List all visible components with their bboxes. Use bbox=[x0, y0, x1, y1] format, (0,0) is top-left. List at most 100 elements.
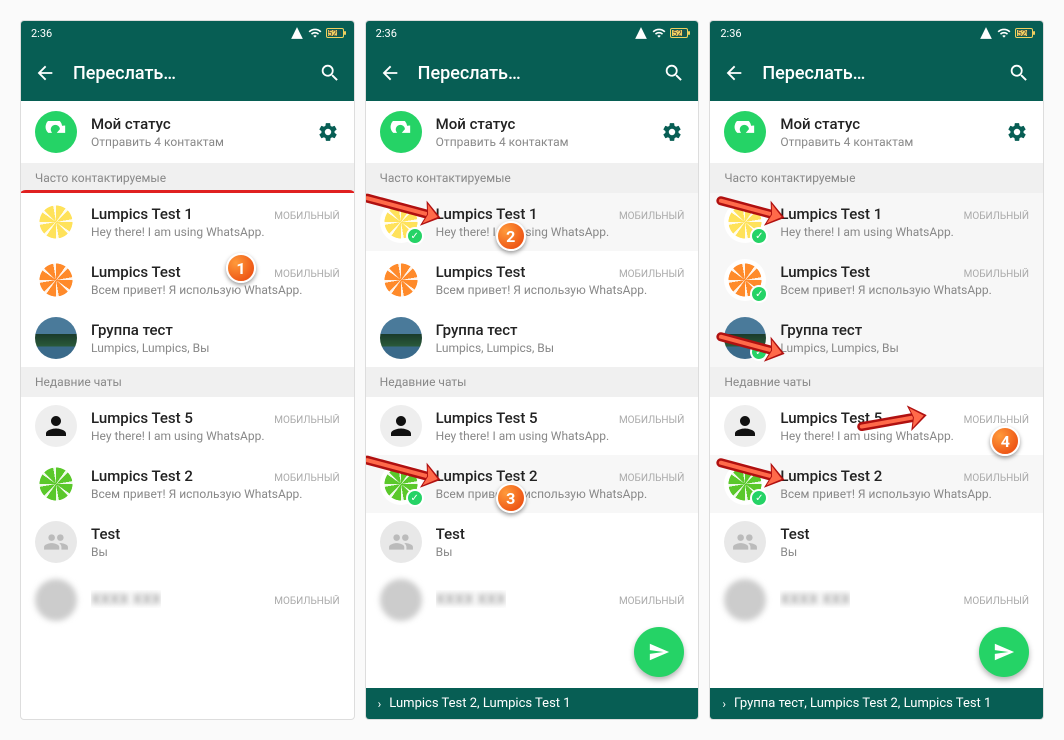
contact-row-c5[interactable]: ✓Lumpics Test 2МОБИЛЬНЫЙВсем привет! Я и… bbox=[21, 455, 354, 513]
contact-name: XXXX XXX bbox=[436, 590, 506, 608]
contact-sub: Lumpics, Lumpics, Вы bbox=[436, 341, 685, 355]
my-status-title: Мой статус bbox=[436, 115, 647, 133]
contact-row-c5[interactable]: ✓Lumpics Test 2МОБИЛЬНЫЙВсем привет! Я и… bbox=[366, 455, 699, 513]
status-bar: 2:36 520 bbox=[366, 21, 699, 45]
footer-text: Lumpics Test 2, Lumpics Test 1 bbox=[389, 696, 570, 711]
my-status-row[interactable]: Мой статус Отправить 4 контактам bbox=[366, 101, 699, 163]
contact-sub: Вы bbox=[436, 545, 685, 559]
contact-name: Test bbox=[780, 525, 809, 543]
my-status-row[interactable]: Мой статус Отправить 4 контактам bbox=[710, 101, 1043, 163]
status-time: 2:36 bbox=[31, 27, 52, 40]
send-fab[interactable] bbox=[979, 627, 1029, 677]
section-frequent: Часто контактируемые bbox=[21, 163, 354, 193]
my-status-subtitle: Отправить 4 контактам bbox=[780, 135, 991, 149]
phone-screen-3: 2:36 520 Переслать… Мой статус Отправить… bbox=[709, 20, 1044, 720]
gear-icon[interactable] bbox=[316, 120, 340, 144]
back-icon[interactable] bbox=[722, 61, 746, 85]
section-recent: Недавние чаты bbox=[366, 367, 699, 397]
contact-name: Lumpics Test 5 bbox=[780, 409, 882, 427]
contact-name: Lumpics Test 1 bbox=[91, 205, 193, 223]
section-recent: Недавние чаты bbox=[710, 367, 1043, 397]
contact-row-c6[interactable]: ✓TestВы bbox=[710, 513, 1043, 571]
contact-name: Lumpics Test 1 bbox=[436, 205, 538, 223]
contact-row-c3[interactable]: ✓Группа тестLumpics, Lumpics, Вы bbox=[710, 309, 1043, 367]
contact-name: Test bbox=[436, 525, 465, 543]
contact-name: Группа тест bbox=[91, 321, 173, 339]
contact-row-c3[interactable]: ✓Группа тестLumpics, Lumpics, Вы bbox=[21, 309, 354, 367]
gear-icon[interactable] bbox=[660, 120, 684, 144]
status-bar: 2:36 520 bbox=[710, 21, 1043, 45]
footer-text: Группа тест, Lumpics Test 2, Lumpics Tes… bbox=[734, 696, 991, 711]
search-icon[interactable] bbox=[1007, 61, 1031, 85]
contact-sub: Lumpics, Lumpics, Вы bbox=[780, 341, 1029, 355]
contact-tag: МОБИЛЬНЫЙ bbox=[274, 211, 339, 222]
contact-sub: Вы bbox=[780, 545, 1029, 559]
contact-sub: Всем привет! Я использую WhatsApp. bbox=[91, 283, 340, 297]
contact-tag: МОБИЛЬНЫЙ bbox=[964, 473, 1029, 484]
my-status-title: Мой статус bbox=[780, 115, 991, 133]
contact-row-c6[interactable]: ✓TestВы bbox=[21, 513, 354, 571]
contact-tag: МОБИЛЬНЫЙ bbox=[964, 415, 1029, 426]
status-refresh-icon bbox=[380, 111, 422, 153]
contact-sub: Hey there! I am using WhatsApp. bbox=[436, 225, 685, 239]
contact-tag: МОБИЛЬНЫЙ bbox=[274, 473, 339, 484]
contact-name: Lumpics Test 5 bbox=[436, 409, 538, 427]
contact-tag: МОБИЛЬНЫЙ bbox=[274, 596, 339, 607]
contact-row-c1[interactable]: ✓Lumpics Test 1МОБИЛЬНЫЙHey there! I am … bbox=[366, 193, 699, 251]
contact-row-c2[interactable]: ✓Lumpics TestМОБИЛЬНЫЙВсем привет! Я исп… bbox=[710, 251, 1043, 309]
contact-row-c5[interactable]: ✓Lumpics Test 2МОБИЛЬНЫЙВсем привет! Я и… bbox=[710, 455, 1043, 513]
gear-icon[interactable] bbox=[1005, 120, 1029, 144]
status-icons: 520 bbox=[979, 26, 1033, 40]
phone-screen-1: 2:36 520 Переслать… Мой статус Отправить… bbox=[20, 20, 355, 720]
contact-row-c6[interactable]: ✓TestВы bbox=[366, 513, 699, 571]
selection-footer: ›Группа тест, Lumpics Test 2, Lumpics Te… bbox=[710, 688, 1043, 719]
search-icon[interactable] bbox=[318, 61, 342, 85]
contact-sub: Hey there! I am using WhatsApp. bbox=[780, 225, 1029, 239]
contact-name: Lumpics Test bbox=[436, 263, 526, 281]
contact-tag: МОБИЛЬНЫЙ bbox=[274, 269, 339, 280]
status-bar: 2:36 520 bbox=[21, 21, 354, 45]
contact-name: Группа тест bbox=[436, 321, 518, 339]
contact-sub: Всем привет! Я использую WhatsApp. bbox=[780, 283, 1029, 297]
contact-row-c2[interactable]: ✓Lumpics TestМОБИЛЬНЫЙВсем привет! Я исп… bbox=[21, 251, 354, 309]
contact-row-c4[interactable]: ✓Lumpics Test 5МОБИЛЬНЫЙHey there! I am … bbox=[366, 397, 699, 455]
contact-row-c3[interactable]: ✓Группа тестLumpics, Lumpics, Вы bbox=[366, 309, 699, 367]
contact-name: Lumpics Test 1 bbox=[780, 205, 882, 223]
contact-row-cblur[interactable]: ✓XXXX XXXМОБИЛЬНЫЙ bbox=[710, 571, 1043, 629]
send-fab[interactable] bbox=[634, 627, 684, 677]
phone-screen-2: 2:36 520 Переслать… Мой статус Отправить… bbox=[365, 20, 700, 720]
contact-tag: МОБИЛЬНЫЙ bbox=[964, 596, 1029, 607]
contact-name: Lumpics Test 5 bbox=[91, 409, 193, 427]
app-header: Переслать… bbox=[366, 45, 699, 101]
contact-tag: МОБИЛЬНЫЙ bbox=[964, 211, 1029, 222]
contact-row-c1[interactable]: ✓Lumpics Test 1МОБИЛЬНЫЙHey there! I am … bbox=[710, 193, 1043, 251]
contact-row-c4[interactable]: ✓Lumpics Test 5МОБИЛЬНЫЙHey there! I am … bbox=[710, 397, 1043, 455]
contact-sub: Всем привет! Я использую WhatsApp. bbox=[91, 487, 340, 501]
contact-tag: МОБИЛЬНЫЙ bbox=[619, 596, 684, 607]
my-status-subtitle: Отправить 4 контактам bbox=[91, 135, 302, 149]
contact-row-c1[interactable]: ✓Lumpics Test 1МОБИЛЬНЫЙHey there! I am … bbox=[21, 193, 354, 251]
contact-row-c4[interactable]: ✓Lumpics Test 5МОБИЛЬНЫЙHey there! I am … bbox=[21, 397, 354, 455]
contact-name: Test bbox=[91, 525, 120, 543]
back-icon[interactable] bbox=[33, 61, 57, 85]
contact-sub: Вы bbox=[91, 545, 340, 559]
my-status-row[interactable]: Мой статус Отправить 4 контактам bbox=[21, 101, 354, 163]
contact-sub: Всем привет! Я использую WhatsApp. bbox=[436, 283, 685, 297]
contact-row-cblur[interactable]: ✓XXXX XXXМОБИЛЬНЫЙ bbox=[21, 571, 354, 629]
app-header: Переслать… bbox=[21, 45, 354, 101]
contact-tag: МОБИЛЬНЫЙ bbox=[619, 473, 684, 484]
status-refresh-icon bbox=[724, 111, 766, 153]
search-icon[interactable] bbox=[662, 61, 686, 85]
contact-tag: МОБИЛЬНЫЙ bbox=[964, 269, 1029, 280]
contact-sub: Hey there! I am using WhatsApp. bbox=[91, 225, 340, 239]
contact-name: Lumpics Test bbox=[780, 263, 870, 281]
contact-sub: Всем привет! Я использую WhatsApp. bbox=[780, 487, 1029, 501]
back-icon[interactable] bbox=[378, 61, 402, 85]
contact-sub: Hey there! I am using WhatsApp. bbox=[780, 429, 1029, 443]
section-recent: Недавние чаты bbox=[21, 367, 354, 397]
contact-row-c2[interactable]: ✓Lumpics TestМОБИЛЬНЫЙВсем привет! Я исп… bbox=[366, 251, 699, 309]
contact-row-cblur[interactable]: ✓XXXX XXXМОБИЛЬНЫЙ bbox=[366, 571, 699, 629]
section-frequent: Часто контактируемые bbox=[366, 163, 699, 193]
selection-footer: ›Lumpics Test 2, Lumpics Test 1 bbox=[366, 688, 699, 719]
status-icons: 520 bbox=[634, 26, 688, 40]
